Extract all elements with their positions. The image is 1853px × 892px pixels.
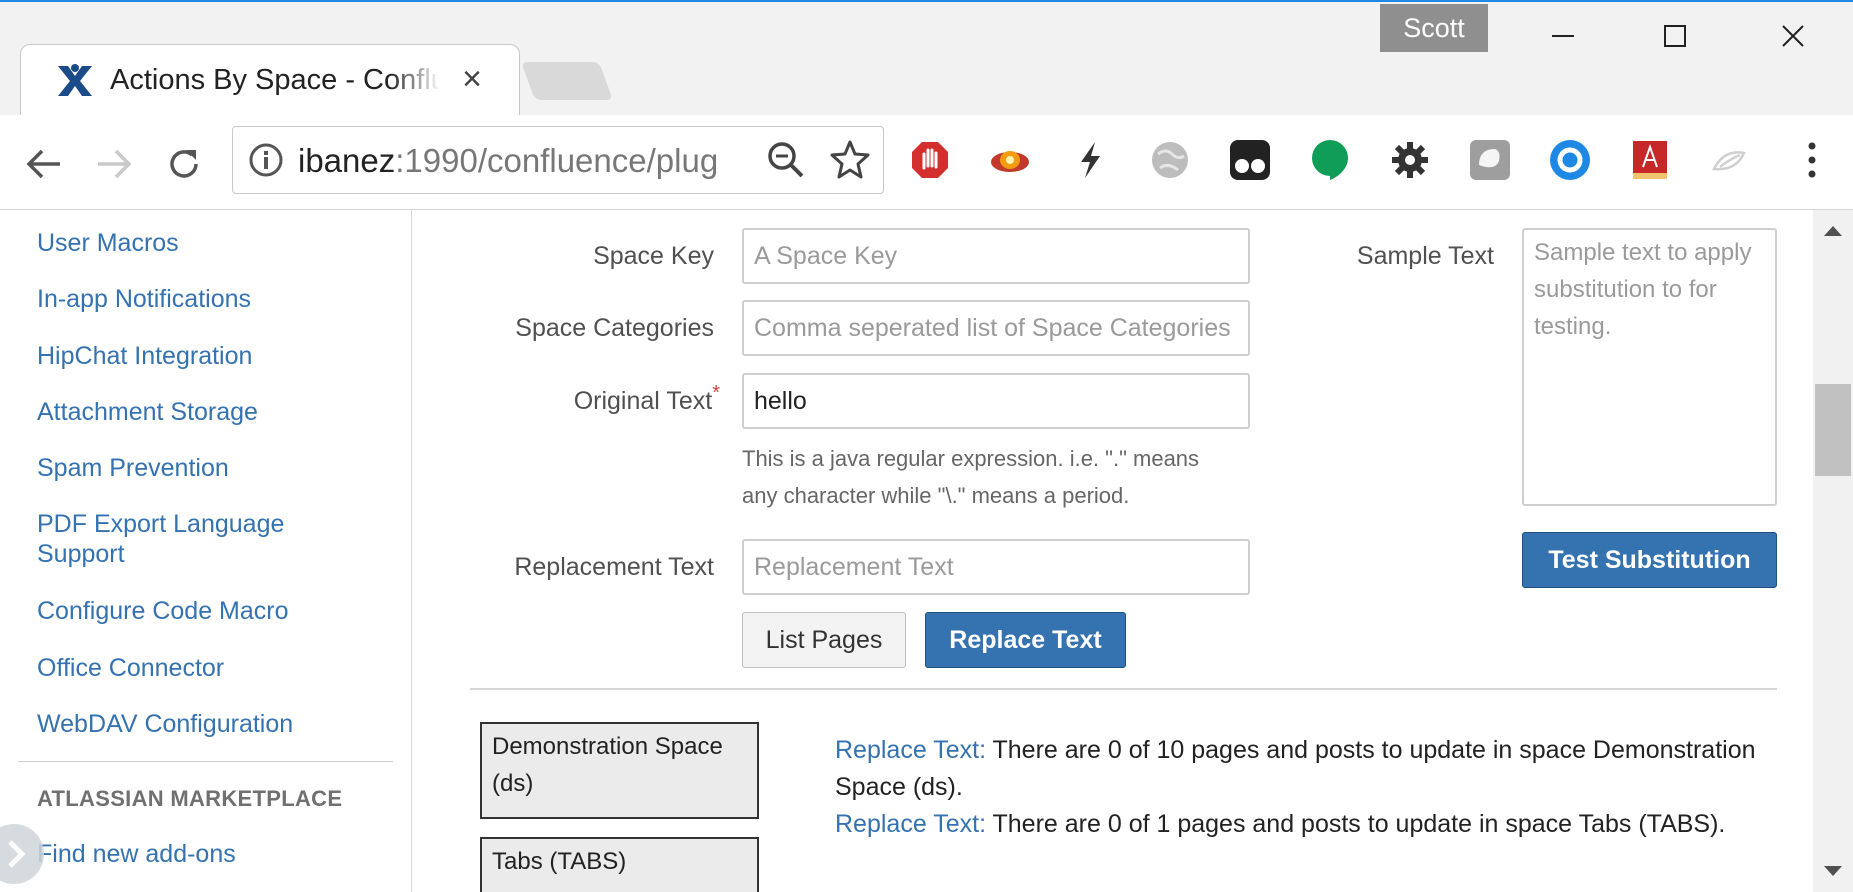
sidebar-item-office-connector[interactable]: Office Connector [37, 653, 224, 683]
sample-text-textarea[interactable] [1522, 228, 1777, 506]
replace-text-button[interactable]: Replace Text [925, 612, 1126, 668]
sidebar-item-in-app-notifications[interactable]: In-app Notifications [37, 284, 251, 314]
back-arrow-icon [26, 149, 60, 179]
sidebar-item-webdav-configuration[interactable]: WebDAV Configuration [37, 709, 293, 739]
space-result-demonstration[interactable]: Demonstration Space (ds) [480, 722, 759, 819]
book-icon[interactable] [1626, 136, 1674, 184]
sidebar-item-user-macros[interactable]: User Macros [37, 228, 179, 258]
scroll-down-icon[interactable] [1822, 862, 1844, 882]
original-text-help: This is a java regular expression. i.e. … [742, 446, 1200, 508]
gear-icon[interactable] [1386, 136, 1434, 184]
scroll-up-icon[interactable] [1822, 220, 1844, 240]
confluence-favicon-icon [58, 64, 92, 96]
space-categories-input[interactable] [742, 300, 1250, 356]
profile-button[interactable]: Scott [1380, 4, 1488, 52]
sidebar-item-find-new-add-ons[interactable]: Find new add-ons [37, 839, 236, 869]
close-icon [1782, 25, 1804, 47]
sidebar-heading-marketplace: ATLASSIAN MARKETPLACE [37, 786, 343, 811]
hangouts-icon[interactable] [1306, 136, 1354, 184]
list-pages-button[interactable]: List Pages [742, 612, 906, 668]
close-window-button[interactable] [1758, 12, 1828, 60]
sidebar-item-spam-prevention[interactable]: Spam Prevention [37, 453, 229, 483]
results-divider [470, 688, 1777, 690]
bolt-icon[interactable] [1066, 136, 1114, 184]
minimize-button[interactable] [1528, 12, 1598, 60]
minimize-icon [1552, 35, 1574, 37]
fox-icon[interactable] [986, 136, 1034, 184]
url-path: :1990/confluence/plug [395, 142, 719, 179]
reload-button[interactable] [160, 140, 208, 188]
leaf-icon[interactable] [1706, 136, 1754, 184]
menu-dots-icon[interactable] [1792, 136, 1832, 184]
tampermonkey-icon[interactable] [1226, 136, 1274, 184]
url-host: ibanez [298, 142, 396, 179]
reload-icon [170, 150, 198, 178]
tab-close-icon[interactable]: × [455, 60, 489, 98]
scrollbar-thumb[interactable] [1815, 384, 1851, 476]
test-substitution-button[interactable]: Test Substitution [1522, 532, 1777, 588]
o-icon[interactable] [1546, 136, 1594, 184]
replacement-text-label: Replacement Text [514, 553, 714, 581]
maximize-icon [1664, 25, 1686, 47]
new-tab-button[interactable] [521, 62, 613, 100]
sidebar-divider [18, 761, 393, 762]
adblock-icon[interactable] [906, 136, 954, 184]
original-text-label: Original Text* [440, 382, 720, 418]
sample-text-label: Sample Text [1356, 242, 1494, 270]
replace-text-link[interactable]: Replace Text: [835, 736, 986, 764]
tab-title: Actions By Space - Confluence [110, 64, 440, 96]
forward-button[interactable] [90, 140, 138, 188]
back-button[interactable] [20, 140, 68, 188]
zoom-out-icon[interactable] [764, 138, 808, 182]
forward-arrow-icon [98, 149, 132, 179]
result-message: Replace Text: There are 0 of 1 pages and… [835, 806, 1795, 843]
globe-icon[interactable] [1146, 136, 1194, 184]
result-message: Replace Text: There are 0 of 10 pages an… [835, 732, 1795, 806]
space-key-label: Space Key [593, 242, 714, 270]
space-key-input[interactable] [742, 228, 1250, 284]
sidebar-item-hipchat-integration[interactable]: HipChat Integration [37, 341, 252, 371]
original-text-label-text: Original Text [573, 387, 713, 415]
sidebar-item-pdf-export-language-support[interactable]: PDF Export Language Support [37, 509, 327, 569]
space-categories-label: Space Categories [515, 314, 714, 342]
sidebar-item-configure-code-macro[interactable]: Configure Code Macro [37, 596, 289, 626]
url-text[interactable]: ibanez:1990/confluence/plug [298, 140, 748, 182]
maximize-button[interactable] [1640, 12, 1710, 60]
required-marker: * [712, 382, 720, 404]
result-message-text: There are 0 of 1 pages and posts to upda… [986, 810, 1726, 838]
page-scrollbar[interactable] [1813, 210, 1853, 892]
original-text-input[interactable] [742, 373, 1250, 429]
space-result-tabs[interactable]: Tabs (TABS) [480, 837, 759, 892]
pocket-icon[interactable] [1466, 136, 1514, 184]
replacement-text-input[interactable] [742, 539, 1250, 595]
replace-text-link[interactable]: Replace Text: [835, 810, 986, 838]
info-icon[interactable] [248, 142, 284, 178]
browser-window: { "window": { "profile_name": "Scott" },… [0, 0, 1853, 892]
chevron-right-icon [8, 840, 26, 868]
sidebar-item-attachment-storage[interactable]: Attachment Storage [37, 397, 258, 427]
bookmark-star-icon[interactable] [828, 138, 872, 182]
